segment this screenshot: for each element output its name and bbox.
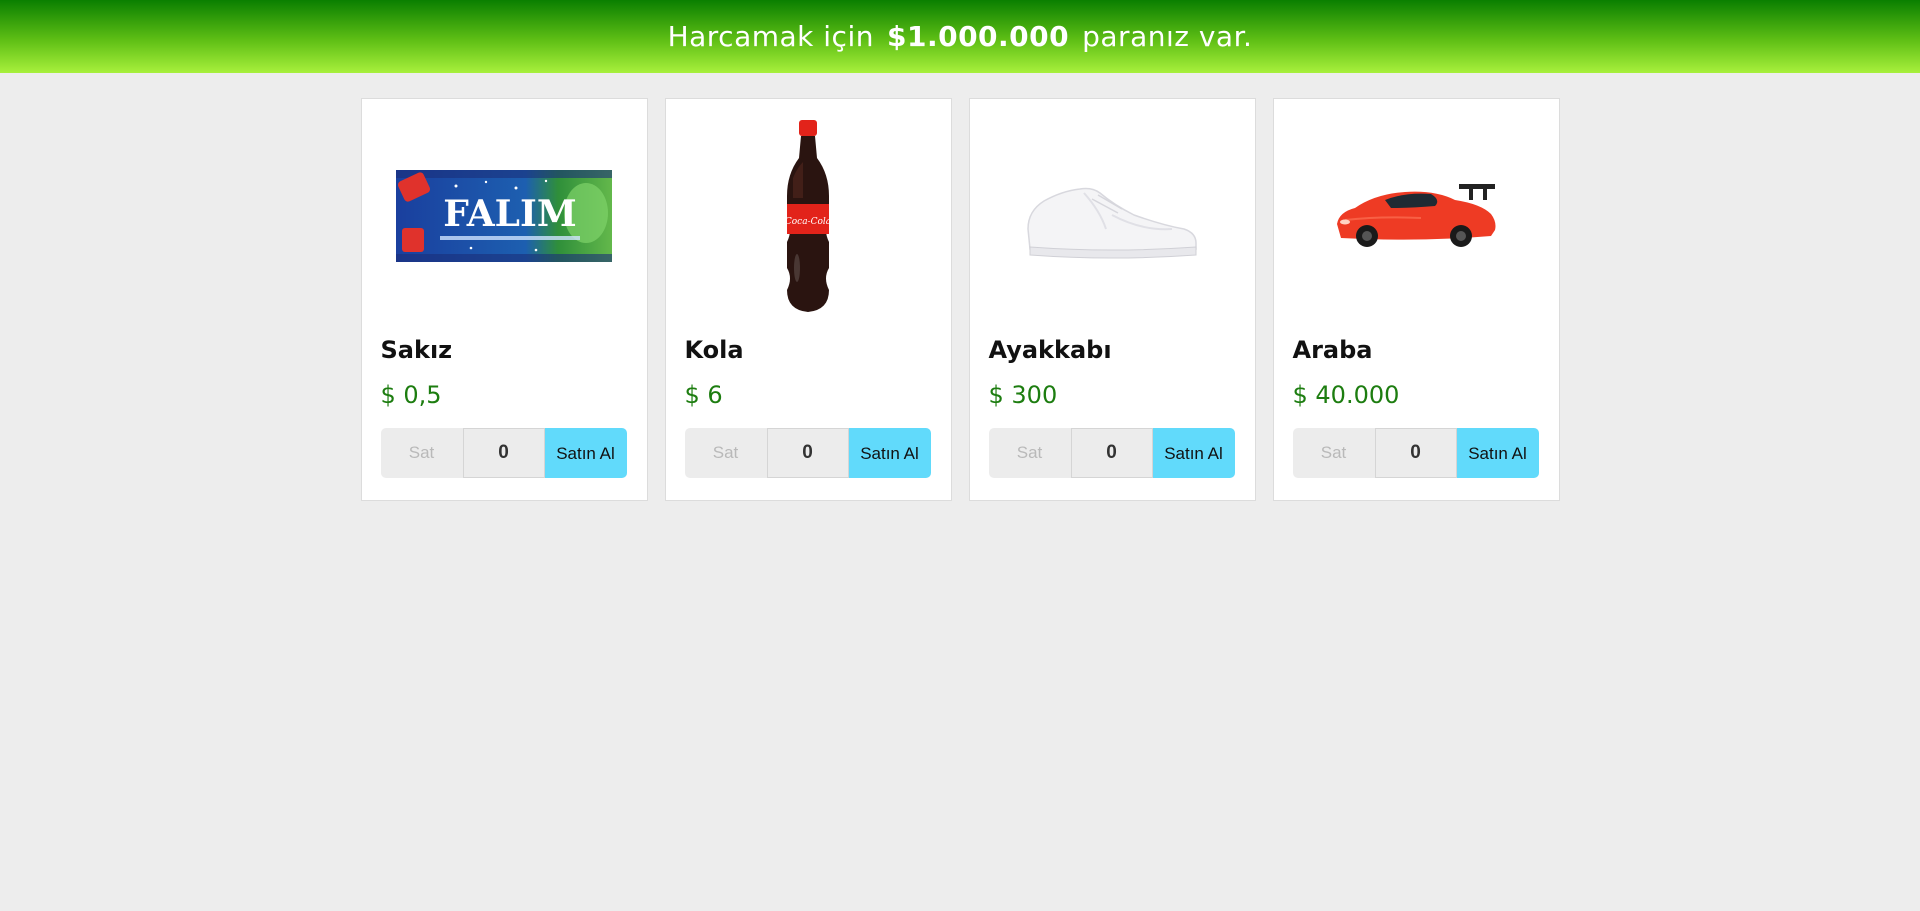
buy-button[interactable]: Satın Al — [1152, 428, 1235, 478]
gum-pack-image: FALIM — [396, 170, 612, 262]
product-image-araba — [1293, 111, 1540, 321]
product-name: Kola — [684, 336, 744, 364]
buy-button[interactable]: Satın Al — [848, 428, 931, 478]
product-price: $ 6 — [684, 381, 723, 409]
sell-button[interactable]: Sat — [1292, 428, 1375, 478]
banner-prefix: Harcamak için — [667, 20, 874, 53]
quantity-input[interactable] — [1374, 428, 1457, 478]
product-card-ayakkabi: Ayakkabı $ 300 Sat Satın Al — [968, 98, 1256, 501]
product-name: Ayakkabı — [988, 336, 1112, 364]
gum-brand-text: FALIM — [443, 193, 576, 235]
product-name: Sakız — [380, 336, 453, 364]
product-card-sakiz: FALIM Sakız $ 0,5 Sat Satın Al — [360, 98, 648, 501]
money-amount: $1.000.000 — [886, 20, 1070, 53]
red-sports-car-image — [1337, 184, 1496, 247]
cola-bottle-image: Coca-Cola — [785, 120, 831, 312]
quantity-input[interactable] — [766, 428, 849, 478]
money-banner: Harcamak için $1.000.000 paranız var. — [0, 0, 1920, 73]
sell-button[interactable]: Sat — [988, 428, 1071, 478]
product-controls: Sat Satın Al — [684, 428, 932, 478]
quantity-input[interactable] — [1070, 428, 1153, 478]
sneaker-image — [1027, 187, 1197, 259]
sell-button[interactable]: Sat — [684, 428, 767, 478]
product-price: $ 300 — [988, 381, 1058, 409]
product-controls: Sat Satın Al — [380, 428, 628, 478]
buy-button[interactable]: Satın Al — [544, 428, 627, 478]
product-controls: Sat Satın Al — [1292, 428, 1540, 478]
sell-button[interactable]: Sat — [380, 428, 463, 478]
product-image-kola: Coca-Cola — [685, 111, 932, 321]
buy-button[interactable]: Satın Al — [1456, 428, 1539, 478]
product-price: $ 0,5 — [380, 381, 442, 409]
product-image-ayakkabi — [989, 111, 1236, 321]
product-card-araba: Araba $ 40.000 Sat Satın Al — [1272, 98, 1560, 501]
product-grid: FALIM Sakız $ 0,5 Sat Satın Al Coca-Cola… — [0, 98, 1920, 501]
product-controls: Sat Satın Al — [988, 428, 1236, 478]
banner-suffix: paranız var. — [1082, 20, 1253, 53]
cola-brand-text: Coca-Cola — [785, 217, 831, 227]
product-name: Araba — [1292, 336, 1373, 364]
product-image-sakiz: FALIM — [381, 111, 628, 321]
quantity-input[interactable] — [462, 428, 545, 478]
product-card-kola: Coca-Cola Kola $ 6 Sat Satın Al — [664, 98, 952, 501]
product-price: $ 40.000 — [1292, 381, 1400, 409]
